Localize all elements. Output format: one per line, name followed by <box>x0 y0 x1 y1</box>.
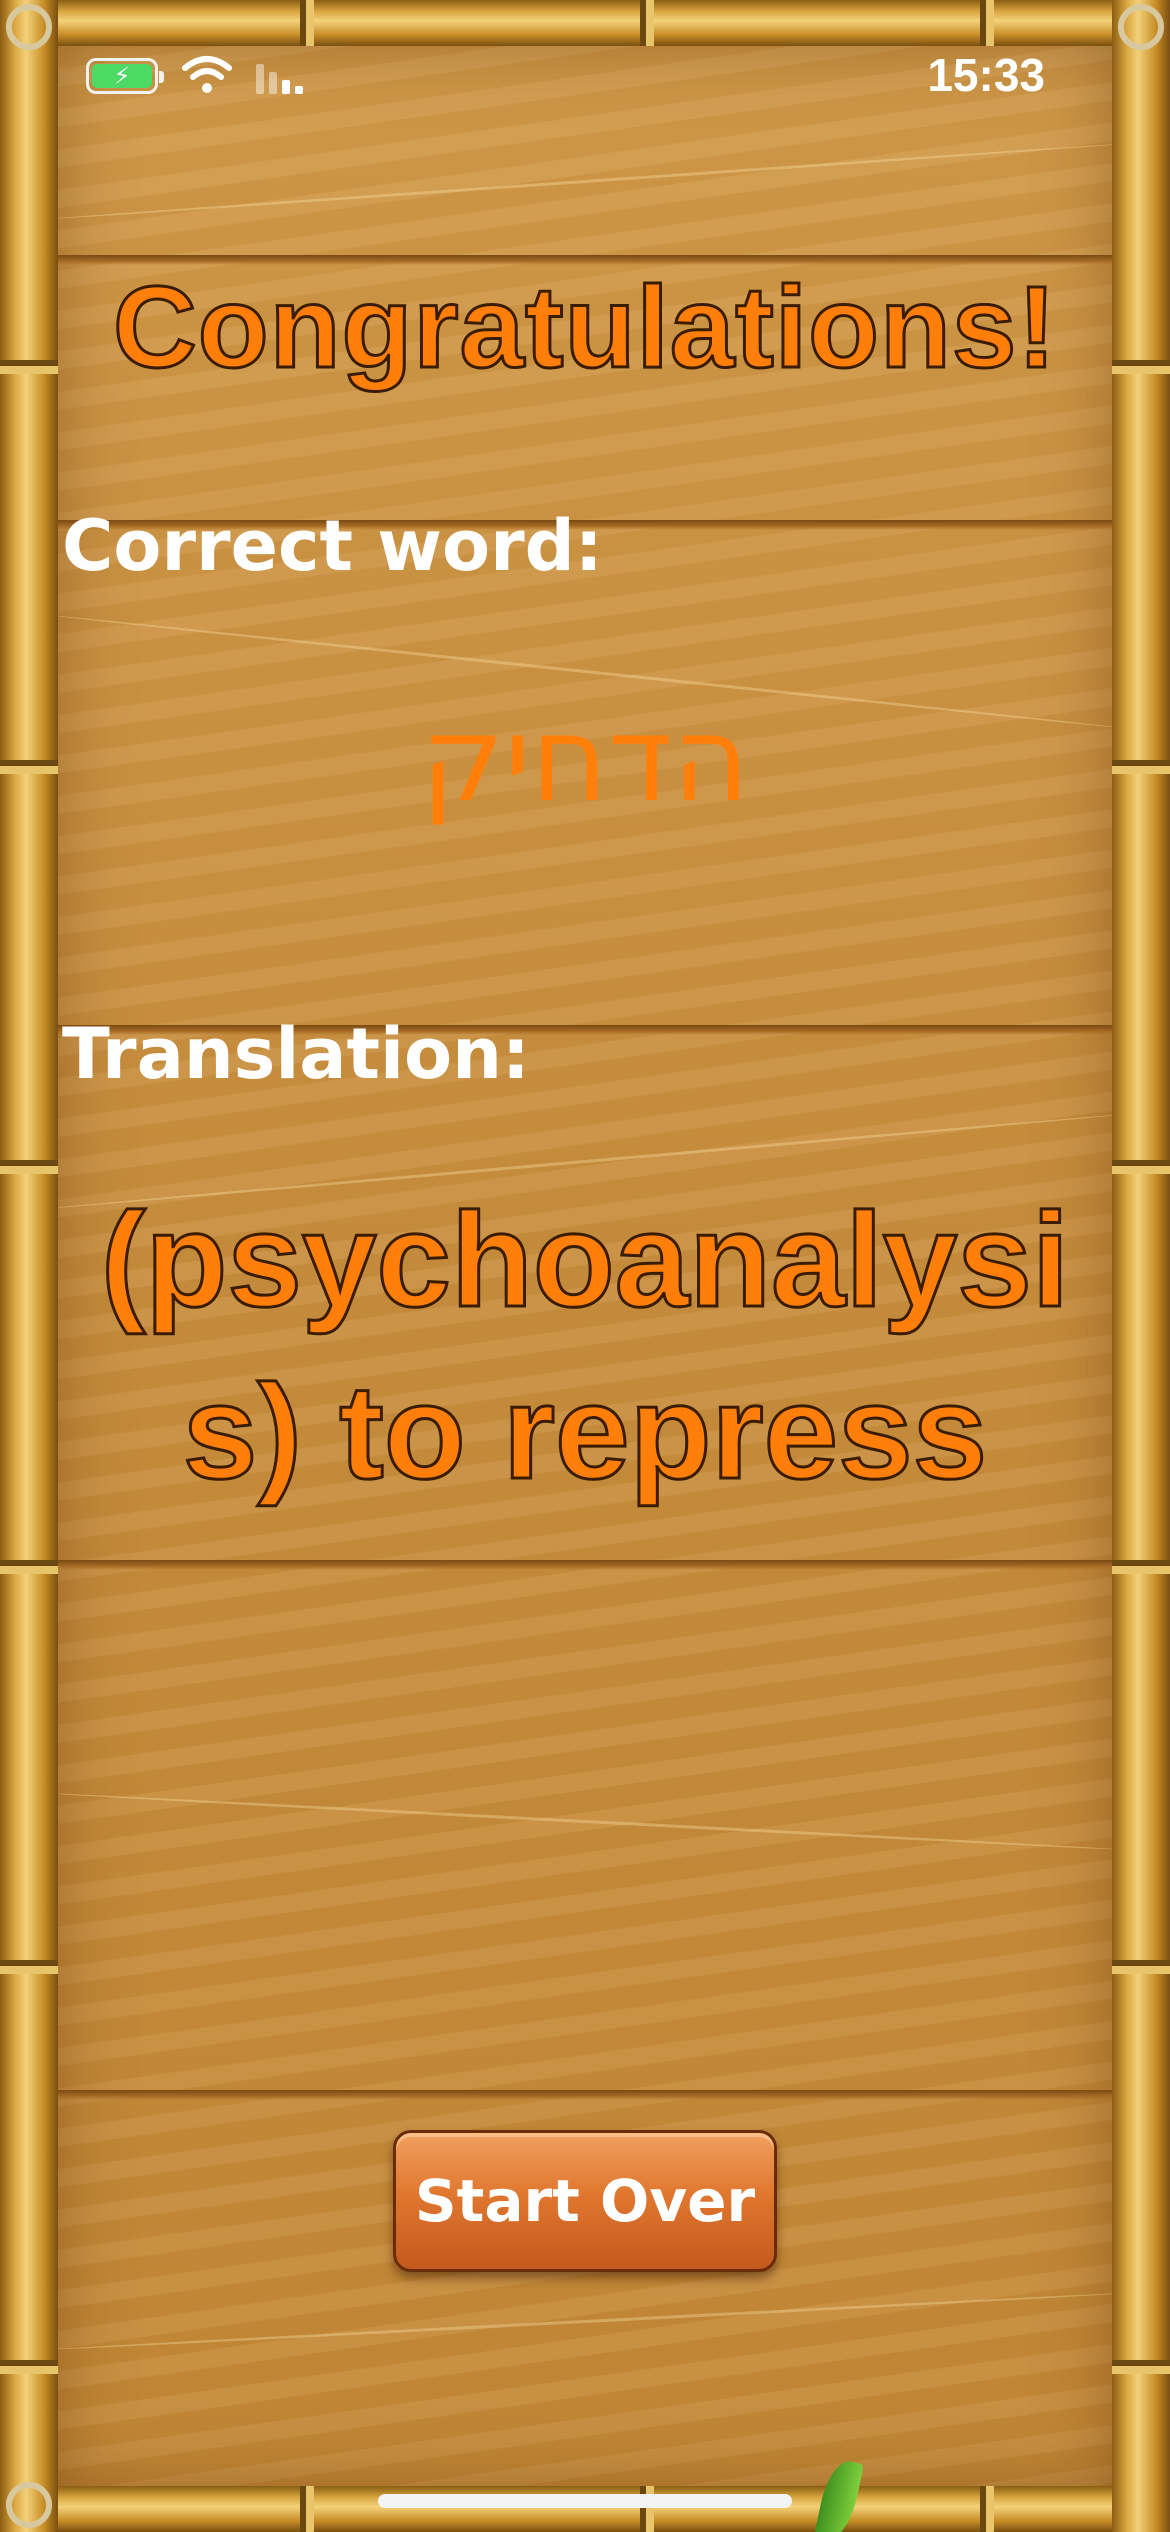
rope-knot-icon <box>6 2482 52 2528</box>
plank-divider <box>46 2090 1124 2100</box>
result-title: Congratulations! <box>112 261 1058 394</box>
status-time: 15:33 <box>927 49 1045 101</box>
bamboo-frame-bottom <box>0 2486 1170 2532</box>
plank-divider <box>46 1560 1124 1570</box>
cellular-signal-icon <box>256 62 303 94</box>
wood-grain <box>47 142 1123 221</box>
start-over-button[interactable]: Start Over <box>393 2130 777 2272</box>
correct-word: הדחיק <box>420 690 750 828</box>
home-indicator[interactable] <box>378 2494 792 2508</box>
status-bar: ⚡ 15:33 <box>0 0 1170 150</box>
wifi-icon <box>182 56 232 93</box>
game-result-screen: ⚡ 15:33 Congratulations! Correct word: ה… <box>0 0 1170 2532</box>
translation-label: Translation: <box>62 1013 530 1095</box>
correct-word-label: Correct word: <box>62 505 603 587</box>
wood-grain <box>46 1791 1124 1852</box>
battery-charging-icon: ⚡ <box>86 58 164 94</box>
wood-grain <box>46 2291 1124 2352</box>
translation-text: (psychoanalysis) to repress <box>99 1185 1070 1509</box>
